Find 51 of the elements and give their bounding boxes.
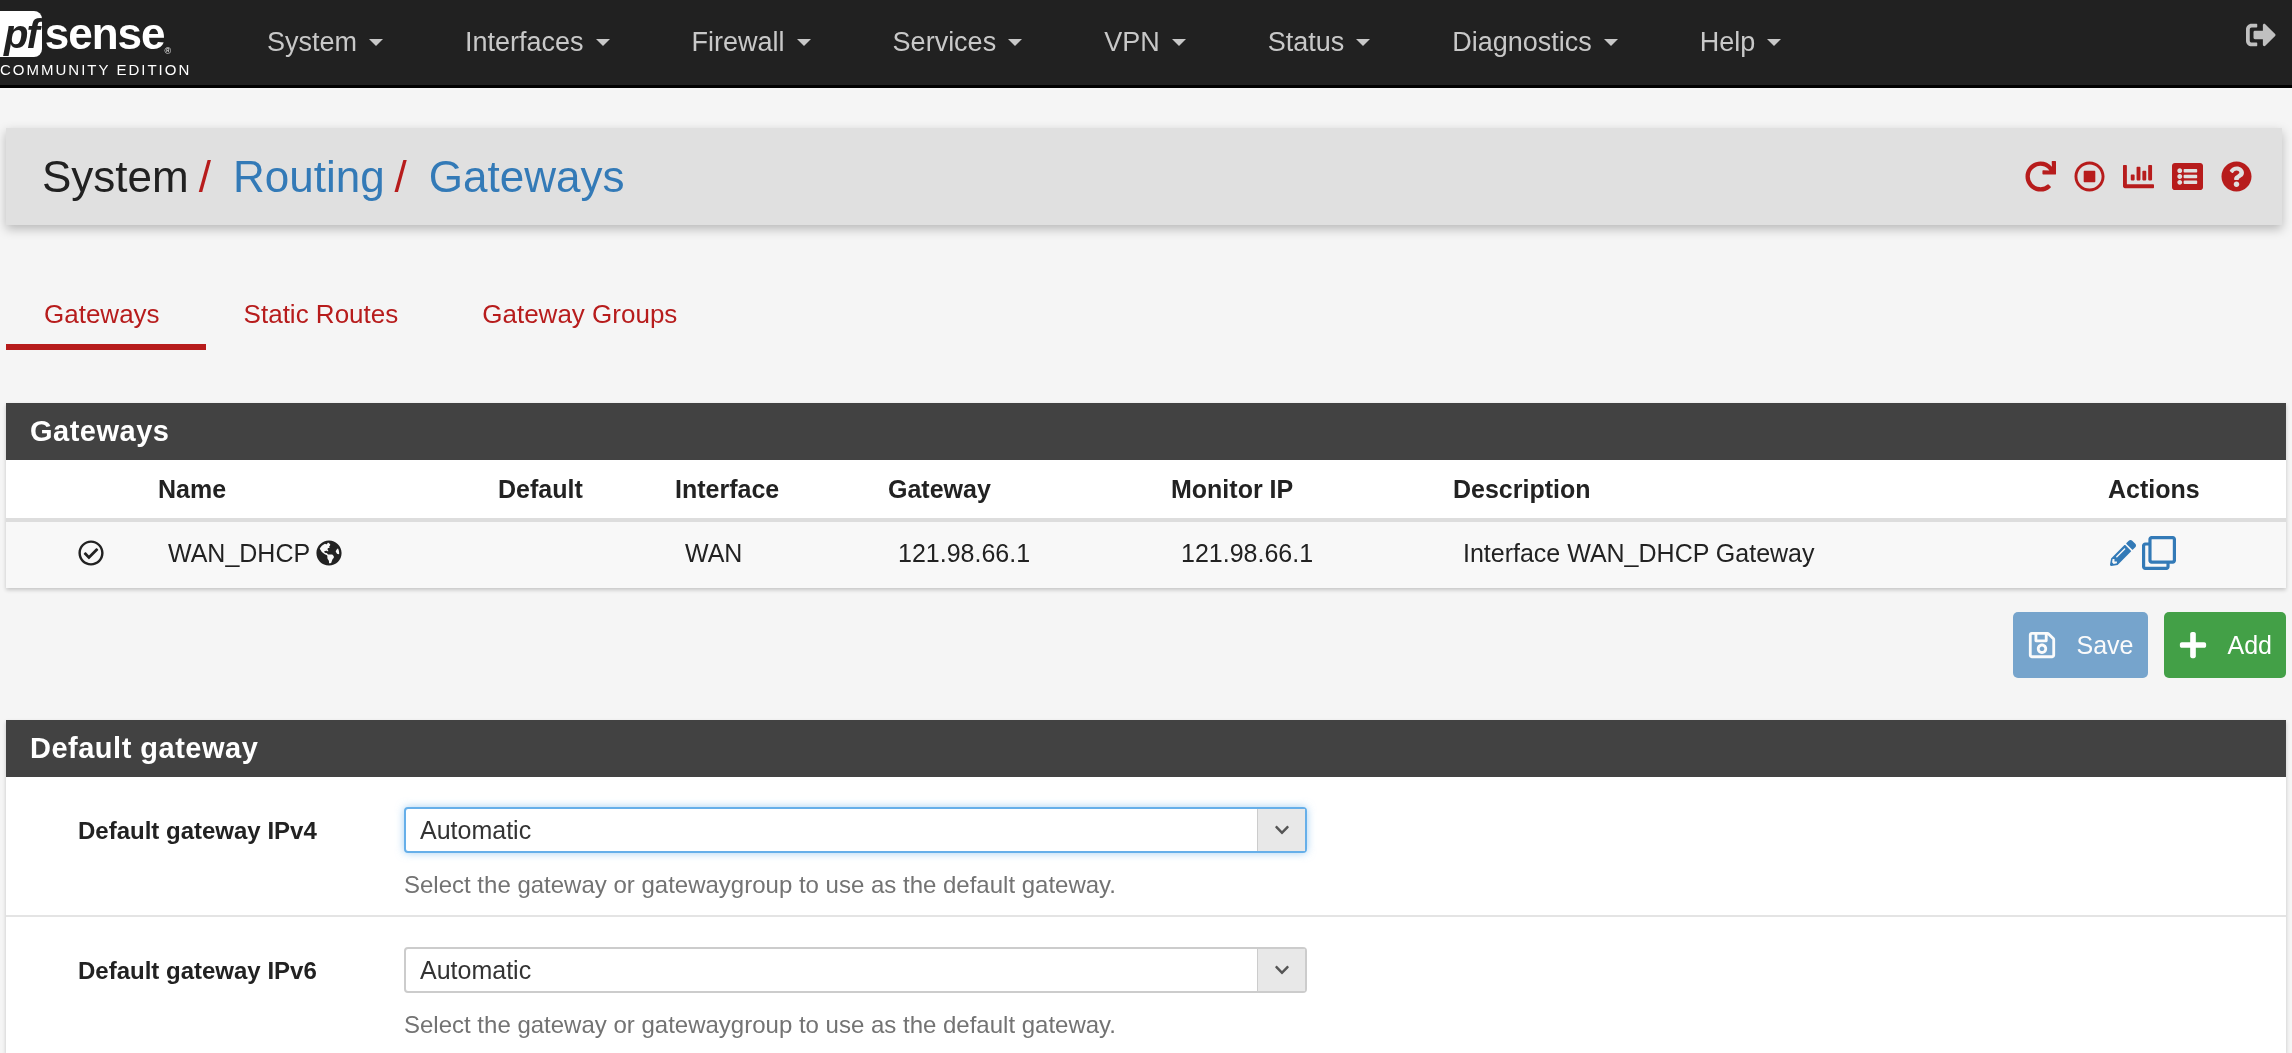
panel-title: Gateways bbox=[6, 403, 2286, 460]
tab[interactable]: Static Routes bbox=[205, 278, 445, 350]
column-header: Default bbox=[497, 474, 584, 504]
list-icon[interactable] bbox=[2172, 161, 2203, 192]
caret-icon bbox=[1171, 39, 1186, 46]
select-field[interactable]: Automatic bbox=[404, 947, 1307, 993]
column-header: Description bbox=[1452, 474, 1592, 504]
caret-icon bbox=[1356, 39, 1371, 46]
logo[interactable]: pfsense® COMMUNITY EDITION bbox=[0, 0, 220, 85]
nav-menu-item[interactable]: Interfaces bbox=[465, 27, 610, 58]
tab[interactable]: Gateway Groups bbox=[444, 278, 724, 350]
panel-title: Default gateway bbox=[6, 720, 2286, 777]
breadcrumb-separator: / bbox=[394, 151, 407, 202]
column-header: Monitor IP bbox=[1170, 474, 1295, 504]
caret-icon bbox=[369, 39, 384, 46]
column-header: Gateway bbox=[887, 474, 992, 504]
caret-icon bbox=[796, 39, 811, 46]
caret-icon bbox=[1008, 39, 1023, 46]
nav-menu-item[interactable]: Status bbox=[1267, 27, 1371, 58]
field-label: Default gateway IPv4 bbox=[77, 816, 318, 846]
nav-menu-item[interactable]: VPN bbox=[1104, 27, 1186, 58]
help-icon[interactable] bbox=[2221, 161, 2252, 192]
tab[interactable]: Gateways bbox=[6, 278, 206, 350]
plus-icon bbox=[2177, 630, 2208, 660]
column-header: Name bbox=[157, 474, 228, 504]
nav-menu-item[interactable]: Services bbox=[892, 27, 1023, 58]
nav-menu-item[interactable]: System bbox=[267, 27, 384, 58]
edit-icon[interactable] bbox=[2110, 540, 2136, 566]
caret-icon bbox=[1603, 39, 1618, 46]
help-text: Select the gateway or gatewaygroup to use as the default gateway. bbox=[404, 871, 1117, 899]
nav-menu-item[interactable]: Help bbox=[1699, 27, 1782, 58]
table-row[interactable]: WAN_DHCP WAN 121.98.66.1 121.98.66.1 Interface WAN_DHCP Gateway bbox=[6, 522, 2286, 588]
breadcrumb-separator: / bbox=[198, 151, 211, 202]
column-header: Actions bbox=[2107, 474, 2201, 504]
help-text: Select the gateway or gatewaygroup to use as the default gateway. bbox=[404, 1011, 1117, 1039]
nav-menu-item[interactable]: Diagnostics bbox=[1452, 27, 1618, 58]
field-label: Default gateway IPv6 bbox=[77, 956, 318, 986]
breadcrumb-text: System bbox=[42, 151, 189, 202]
nav-menu-item[interactable]: Firewall bbox=[691, 27, 811, 58]
reload-icon[interactable] bbox=[2025, 161, 2056, 192]
table-cell-text: 121.98.66.1 bbox=[1180, 538, 1315, 568]
caret-icon bbox=[1767, 39, 1782, 46]
copy-icon[interactable] bbox=[2142, 536, 2176, 570]
column-header: Interface bbox=[674, 474, 781, 504]
select-field[interactable]: Automatic bbox=[404, 807, 1307, 853]
stop-icon[interactable] bbox=[2074, 161, 2105, 192]
caret-icon bbox=[595, 39, 610, 46]
table-cell: WAN_DHCP bbox=[168, 538, 311, 568]
table-cell-text: 121.98.66.1 bbox=[897, 538, 1032, 568]
table-cell-text: WAN bbox=[684, 538, 744, 568]
table-cell-text: Interface WAN_DHCP Gateway bbox=[1462, 538, 1816, 568]
